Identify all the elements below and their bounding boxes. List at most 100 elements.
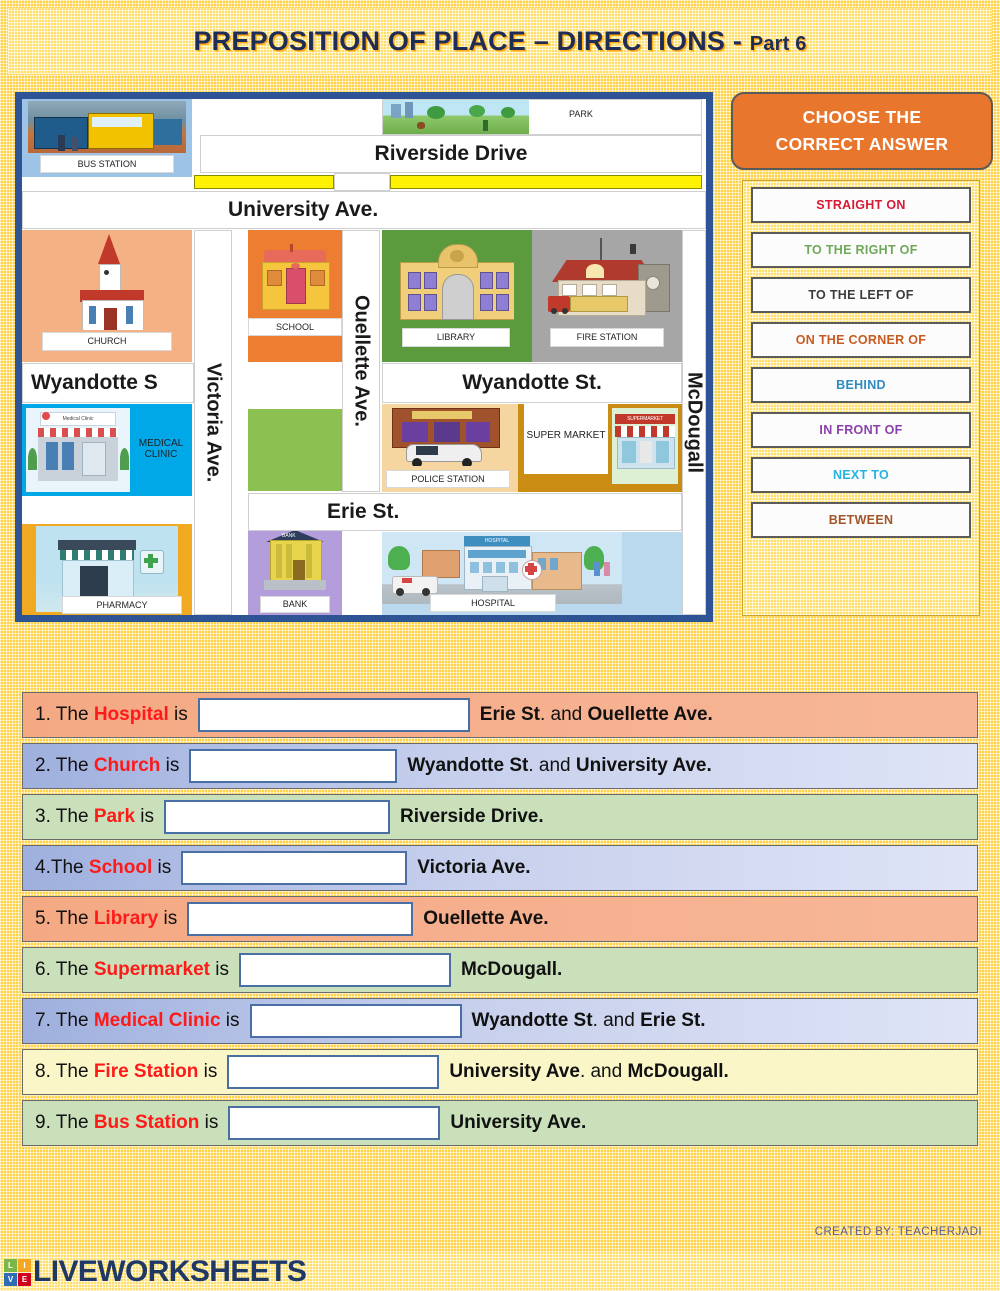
question-place-name: Hospital bbox=[93, 704, 169, 725]
pharmacy-label: PHARMACY bbox=[62, 596, 182, 614]
answer-option-next-to[interactable]: NEXT TO bbox=[751, 457, 971, 493]
question-prompt: 6. The Supermarket is bbox=[35, 959, 229, 981]
park-block: PARK bbox=[382, 99, 702, 135]
answer-option-straight-on[interactable]: STRAIGHT ON bbox=[751, 187, 971, 223]
question-prompt: 4.The School is bbox=[35, 857, 171, 879]
question-tail: Riverside Drive. bbox=[400, 806, 544, 828]
lane-marking-right bbox=[390, 175, 702, 189]
logo-block-v: V bbox=[4, 1272, 17, 1286]
choose-header-line2: CORRECT ANSWER bbox=[775, 134, 949, 154]
answer-input[interactable] bbox=[249, 1004, 462, 1038]
question-number: 8. bbox=[35, 1061, 56, 1082]
answer-input[interactable] bbox=[189, 749, 398, 783]
question-tail-street-1: University Ave bbox=[449, 1061, 580, 1082]
question-row: 3. The Park is Riverside Drive. bbox=[22, 794, 978, 840]
question-tail: Wyandotte St. and University Ave. bbox=[407, 755, 711, 777]
question-number: 1. bbox=[35, 704, 56, 725]
question-number: 5. bbox=[35, 908, 56, 929]
answer-input[interactable] bbox=[238, 953, 451, 987]
answer-input[interactable] bbox=[164, 800, 391, 834]
lane-gap bbox=[334, 173, 390, 191]
church-image bbox=[70, 234, 154, 330]
question-place-name: Medical Clinic bbox=[93, 1010, 221, 1031]
question-place-name: Supermarket bbox=[93, 959, 210, 980]
pharmacy-block: PHARMACY bbox=[22, 524, 192, 615]
question-verb: is bbox=[158, 908, 178, 929]
street-riverside-drive: Riverside Drive bbox=[200, 135, 702, 173]
bus-station-image bbox=[28, 101, 186, 153]
street-ouellette-ave: Ouellette Ave. bbox=[342, 230, 380, 492]
answer-option-to-the-right-of[interactable]: TO THE RIGHT OF bbox=[751, 232, 971, 268]
question-place-name: School bbox=[88, 857, 153, 878]
title-main: PREPOSITION OF PLACE – DIRECTIONS bbox=[193, 25, 726, 56]
question-verb: is bbox=[152, 857, 172, 878]
medical-clinic-label: MEDICAL CLINIC bbox=[138, 437, 184, 461]
question-prompt: 9. The Bus Station is bbox=[35, 1112, 218, 1134]
question-place-name: Bus Station bbox=[93, 1112, 200, 1133]
question-tail-conjunction: . and bbox=[592, 1010, 641, 1031]
created-by-credit: CREATED BY: TEACHERJADI bbox=[814, 1226, 982, 1238]
question-lead: The bbox=[55, 908, 94, 929]
medical-clinic-image: Medical Clinic bbox=[26, 408, 130, 492]
question-verb: is bbox=[199, 1112, 219, 1133]
street-victoria-ave: Victoria Ave. bbox=[194, 230, 232, 615]
street-erie-st: Erie St. bbox=[248, 493, 682, 531]
title-part: Part 6 bbox=[749, 32, 807, 55]
question-tail-conjunction: . and bbox=[539, 704, 588, 725]
supermarket-label: SUPER MARKET bbox=[526, 430, 606, 442]
question-row: 1. The Hospital is Erie St. and Ouellette… bbox=[22, 692, 978, 738]
question-tail: University Ave. bbox=[450, 1112, 586, 1134]
question-prompt: 8. The Fire Station is bbox=[35, 1061, 217, 1083]
answer-option-behind[interactable]: BEHIND bbox=[751, 367, 971, 403]
green-plot bbox=[248, 409, 342, 491]
answer-input[interactable] bbox=[187, 902, 414, 936]
choose-header-line1: CHOOSE THE bbox=[802, 106, 922, 127]
street-mcdougall: McDougall bbox=[682, 230, 706, 615]
bus-station-label: BUS STATION bbox=[40, 155, 174, 173]
question-tail-street-2: Erie St. bbox=[640, 1010, 706, 1031]
supermarket-block: SUPER MARKET SUPERMARKET bbox=[518, 404, 682, 492]
question-tail-street-1: Victoria Ave. bbox=[417, 857, 531, 878]
question-row: 2. The Church is Wyandotte St. and Univer… bbox=[22, 743, 978, 789]
question-tail-street-1: McDougall. bbox=[460, 959, 563, 980]
question-lead: The bbox=[55, 755, 94, 776]
question-lead: The bbox=[55, 1112, 94, 1133]
park-label: PARK bbox=[569, 109, 593, 119]
question-tail: Wyandotte St. and Erie St. bbox=[472, 1010, 706, 1032]
question-prompt: 1. The Hospital is bbox=[35, 704, 188, 726]
question-verb: is bbox=[220, 1010, 240, 1031]
school-block: SCHOOL bbox=[248, 230, 342, 362]
answer-option-on-the-corner-of[interactable]: ON THE CORNER OF bbox=[751, 322, 971, 358]
question-prompt: 3. The Park is bbox=[35, 806, 154, 828]
bus-station-block: BUS STATION bbox=[22, 99, 192, 177]
answer-option-to-the-left-of[interactable]: TO THE LEFT OF bbox=[751, 277, 971, 313]
question-number: 9. bbox=[35, 1112, 56, 1133]
hospital-block: HOSPITAL HOSPITAL bbox=[382, 532, 682, 615]
fire-station-block: FIRE STATION bbox=[532, 230, 682, 362]
fire-station-label: FIRE STATION bbox=[550, 328, 664, 347]
bank-label: BANK bbox=[260, 596, 330, 613]
answer-input[interactable] bbox=[228, 1106, 441, 1140]
question-verb: is bbox=[160, 755, 180, 776]
answer-option-between[interactable]: BETWEEN bbox=[751, 502, 971, 538]
question-lead: The bbox=[55, 704, 94, 725]
police-station-label: POLICE STATION bbox=[386, 470, 510, 488]
question-verb: is bbox=[209, 959, 229, 980]
question-lead: The bbox=[55, 1061, 94, 1082]
park-image bbox=[383, 100, 529, 134]
question-tail: University Ave. and McDougall. bbox=[449, 1061, 729, 1083]
question-row: 5. The Library is Ouellette Ave. bbox=[22, 896, 978, 942]
page-title: PREPOSITION OF PLACE – DIRECTIONS - Part… bbox=[8, 8, 992, 74]
question-place-name: Park bbox=[93, 806, 136, 827]
liveworksheets-logo-text: LIVEWORKSHEETS bbox=[33, 1255, 307, 1288]
question-tail-conjunction: . and bbox=[528, 755, 576, 776]
hospital-label: HOSPITAL bbox=[430, 594, 556, 612]
answer-input[interactable] bbox=[227, 1055, 440, 1089]
question-tail-street-1: University Ave. bbox=[450, 1112, 587, 1133]
answer-option-in-front-of[interactable]: IN FRONT OF bbox=[751, 412, 971, 448]
question-tail-conjunction: . and bbox=[579, 1061, 628, 1082]
question-place-name: Fire Station bbox=[93, 1061, 199, 1082]
answer-input[interactable] bbox=[197, 698, 470, 732]
logo-block-l: L bbox=[4, 1258, 17, 1272]
answer-input[interactable] bbox=[181, 851, 408, 885]
